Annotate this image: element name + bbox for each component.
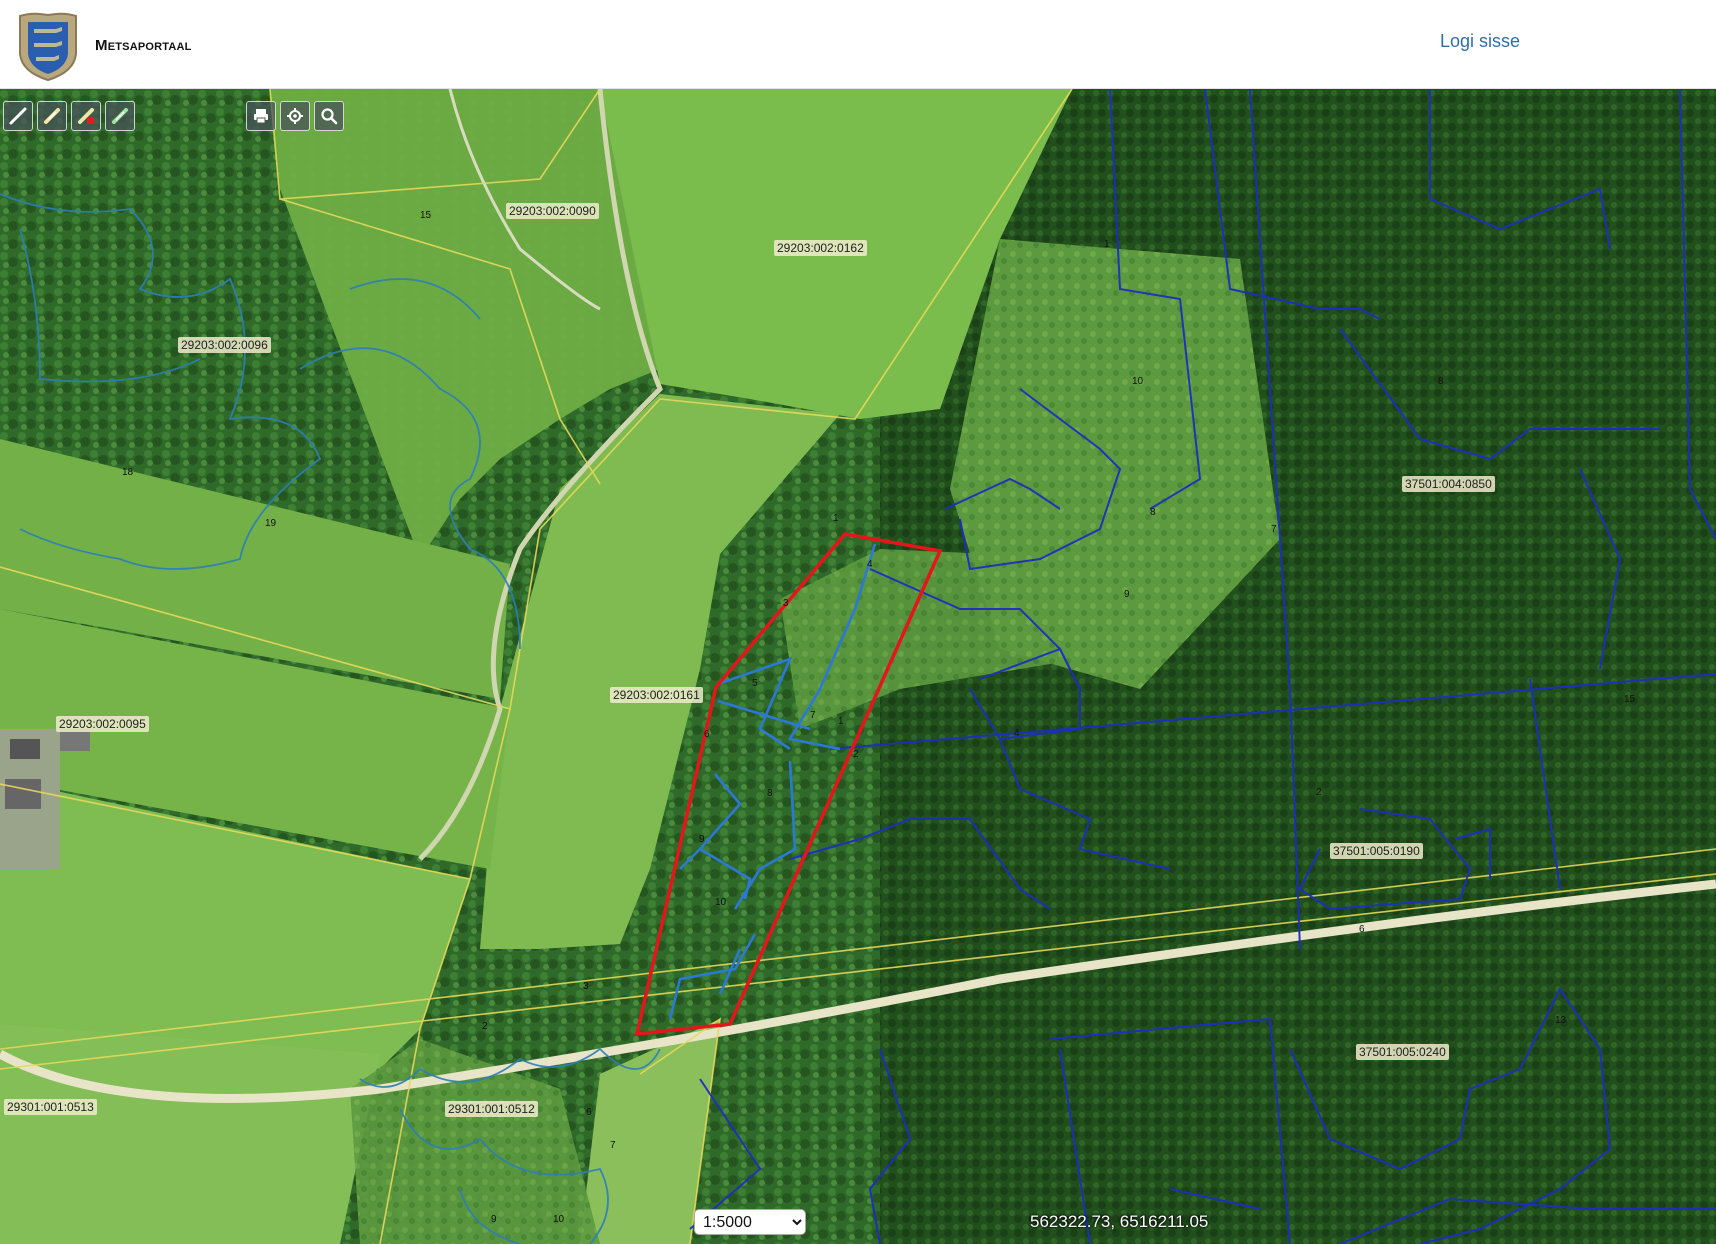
parcel-label[interactable]: 29301:001:0512 [445,1101,538,1117]
parcel-label[interactable]: 29203:002:0161 [610,687,703,703]
parcel-label[interactable]: 37501:005:0190 [1330,843,1423,859]
parcel-label[interactable]: 29203:002:0095 [56,716,149,732]
stand-number: 7 [810,710,816,721]
erase-drawing-icon [78,108,94,124]
stand-number: 13 [1555,1015,1567,1026]
map-view[interactable]: 29203:002:0090 29203:002:0162 29203:002:… [0,89,1716,1244]
stand-number: 2 [853,749,859,760]
stand-number: 4 [867,559,873,570]
stand-number: 8 [767,788,773,799]
stand-number: 2 [1316,787,1322,798]
locate-icon [287,108,303,124]
stand-number: 8 [1438,376,1444,387]
parcel-label[interactable]: 29203:002:0090 [506,203,599,219]
stand-number: 9 [699,834,705,845]
stand-number: 5 [752,678,758,689]
stand-number: 10 [715,897,727,908]
edit-drawing-icon [112,108,128,124]
estonia-coat-of-arms-logo [19,12,77,82]
stand-number: 2 [482,1021,488,1032]
print-icon [254,109,268,124]
stand-number: 7 [610,1140,616,1151]
scale-select[interactable]: 1:5000 [694,1209,806,1235]
app-title: Metsaportaal [95,37,192,54]
stand-number: 15 [420,210,432,221]
stand-number: 10 [1132,376,1144,387]
stand-number: 7 [1271,524,1277,535]
draw-line-button[interactable] [3,101,33,131]
stand-number: 15 [1624,694,1636,705]
search-button[interactable] [314,101,344,131]
print-button[interactable] [246,101,276,131]
draw-polygon-button[interactable] [37,101,67,131]
stand-number: 6 [586,1107,592,1118]
stand-number: 1 [833,513,839,524]
stand-number: 1 [838,716,844,727]
stand-number: 6 [704,729,710,740]
aerial-imagery [0,89,1716,1244]
stand-number: 9 [491,1214,497,1225]
stand-number: 1 [1104,239,1110,250]
stand-number: 19 [265,518,277,529]
search-icon [321,108,338,125]
stand-number: 3 [783,598,789,609]
draw-line-icon [9,107,27,125]
parcel-label[interactable]: 37501:005:0240 [1356,1044,1449,1060]
stand-number: 10 [553,1214,565,1225]
cursor-coordinates: 562322.73, 6516211.05 [1030,1212,1209,1231]
stand-number: 9 [1124,589,1130,600]
top-header: Metsaportaal Logi sisse [0,0,1716,89]
parcel-label[interactable]: 29301:001:0513 [4,1099,97,1115]
parcel-label[interactable]: 29203:002:0096 [178,337,271,353]
stand-number: 3 [583,981,589,992]
parcel-label[interactable]: 37501:004:0850 [1402,476,1495,492]
parcel-label[interactable]: 29203:002:0162 [774,240,867,256]
stand-number: 6 [1359,924,1365,935]
login-link[interactable]: Logi sisse [1440,31,1520,52]
stand-number: 8 [1150,507,1156,518]
map-toolbar [246,101,344,131]
locate-button[interactable] [280,101,310,131]
stand-number: 18 [122,467,134,478]
draw-toolbar [3,101,135,131]
stand-number: 4 [1014,728,1020,739]
edit-drawing-button[interactable] [105,101,135,131]
draw-polygon-icon [44,108,60,124]
erase-drawing-button[interactable] [71,101,101,131]
